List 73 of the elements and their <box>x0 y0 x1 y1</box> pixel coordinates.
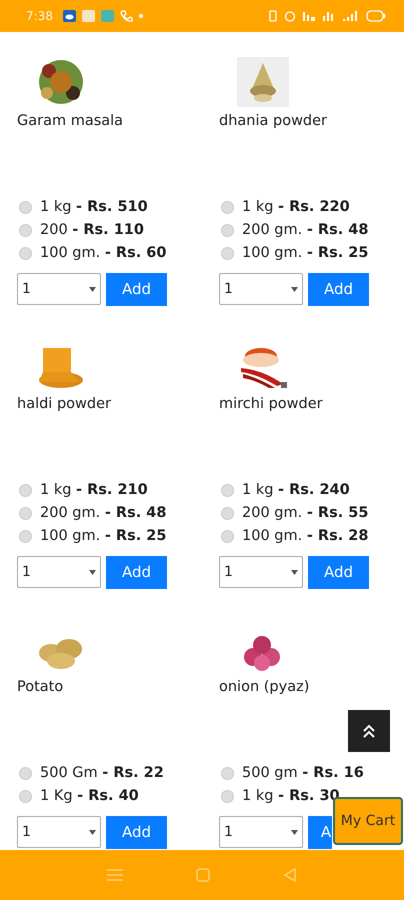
add-button[interactable]: Add <box>106 816 168 849</box>
option-label: 1 kg - Rs. 220 <box>242 198 350 217</box>
option-label: 500 gm - Rs. 16 <box>242 764 364 783</box>
menu-icon[interactable] <box>106 869 123 881</box>
status-time: 7:38 <box>26 8 53 25</box>
option-label: 1 kg - Rs. 510 <box>40 198 148 217</box>
scroll-top-button[interactable] <box>348 710 390 752</box>
dropdown-caret-icon <box>291 570 298 574</box>
dropdown-caret-icon <box>291 830 298 834</box>
home-icon[interactable] <box>196 868 210 882</box>
battery-icon <box>366 10 386 22</box>
radio-button[interactable] <box>221 484 234 497</box>
app-icon <box>82 10 95 22</box>
cart-button[interactable]: My Cart <box>333 797 403 845</box>
quantity-dropdown[interactable]: 1 <box>17 816 101 848</box>
option-label: 200 gm. - Rs. 48 <box>242 220 368 240</box>
radio-button[interactable] <box>19 767 32 780</box>
radio-button[interactable] <box>221 530 234 543</box>
signal-icon <box>342 10 360 22</box>
network-icon <box>302 10 316 22</box>
option-label: 500 Gm - Rs. 22 <box>40 764 164 783</box>
product-name: haldi powder <box>17 395 112 414</box>
add-button[interactable]: A <box>308 816 332 849</box>
quantity-dropdown[interactable]: 1 <box>219 816 303 848</box>
signal-icon <box>322 10 336 22</box>
add-button[interactable]: Add <box>106 273 168 306</box>
option-label: 1 Kg - Rs. 40 <box>40 786 139 806</box>
radio-button[interactable] <box>221 247 234 260</box>
option-label: 1 kg - Rs. 240 <box>242 480 350 500</box>
radio-button[interactable] <box>19 530 32 543</box>
dropdown-caret-icon <box>89 570 96 574</box>
quantity-dropdown[interactable]: 1 <box>219 273 303 305</box>
radio-button[interactable] <box>19 507 32 520</box>
option-label: 1 kg - Rs. 210 <box>40 480 148 500</box>
add-button[interactable]: Add <box>106 556 168 589</box>
alarm-icon <box>284 10 296 22</box>
vibrate-icon <box>268 10 278 22</box>
product-name: Garam masala <box>17 112 124 131</box>
quantity-dropdown[interactable]: 1 <box>219 556 303 588</box>
app-icon <box>100 10 114 22</box>
radio-button[interactable] <box>221 224 234 237</box>
option-label: 100 gm. - Rs. 25 <box>40 526 166 546</box>
radio-button[interactable] <box>19 201 32 214</box>
option-label: 200 - Rs. 110 <box>40 220 144 240</box>
radio-button[interactable] <box>19 790 32 803</box>
back-icon[interactable] <box>283 868 298 882</box>
dropdown-caret-icon <box>291 286 298 292</box>
phone-icon <box>120 10 133 22</box>
add-button[interactable]: Add <box>308 273 370 306</box>
quantity-dropdown[interactable]: 1 <box>17 273 101 305</box>
product-name: dhania powder <box>219 112 328 131</box>
option-label: 100 gm. - Rs. 28 <box>242 526 368 546</box>
radio-button[interactable] <box>221 790 234 803</box>
dropdown-caret-icon <box>89 830 96 834</box>
double-chevron-up-icon <box>362 724 376 738</box>
radio-button[interactable] <box>19 247 32 260</box>
option-label: 100 gm. - Rs. 60 <box>40 244 166 263</box>
radio-button[interactable] <box>19 224 32 237</box>
option-label: 200 gm. - Rs. 55 <box>242 504 368 523</box>
option-label: 200 gm. - Rs. 48 <box>40 504 166 523</box>
radio-button[interactable] <box>221 201 234 214</box>
product-name: mirchi powder <box>219 395 324 414</box>
quantity-dropdown[interactable]: 1 <box>17 556 101 588</box>
cloud-app-icon <box>62 10 76 22</box>
radio-button[interactable] <box>19 484 32 497</box>
dot-icon <box>138 14 143 18</box>
option-label: 100 gm. - Rs. 25 <box>242 244 368 263</box>
product-name: onion (pyaz) <box>219 678 310 697</box>
radio-button[interactable] <box>221 507 234 520</box>
add-button[interactable]: Add <box>308 556 370 589</box>
product-name: Potato <box>17 678 64 697</box>
radio-button[interactable] <box>221 767 234 780</box>
dropdown-caret-icon <box>89 286 96 292</box>
